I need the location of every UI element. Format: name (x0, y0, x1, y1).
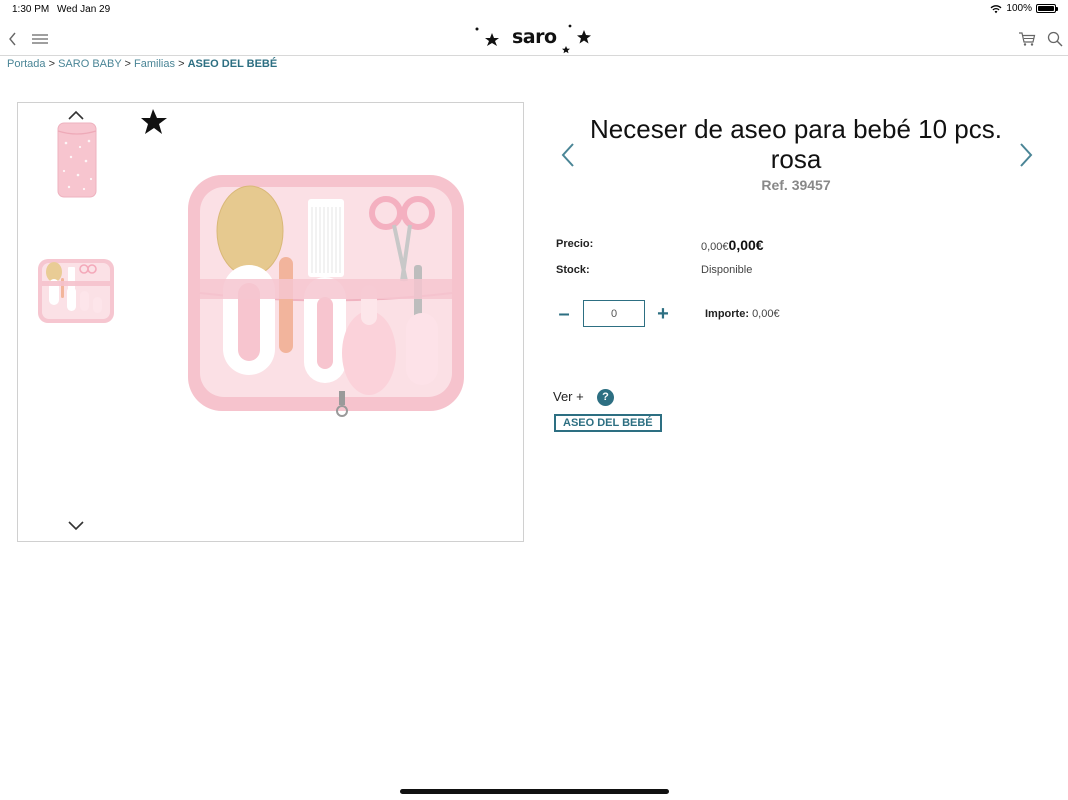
status-bar: 1:30 PM Wed Jan 29 100% (0, 0, 1068, 18)
thumbnails-down-icon[interactable] (66, 519, 86, 533)
ver-mas-link[interactable]: Ver + (553, 389, 584, 404)
quantity-decrease-button[interactable]: – (556, 304, 572, 324)
help-icon[interactable]: ? (597, 389, 614, 406)
price-new: 0,00€ (728, 237, 764, 253)
thumbnail-open-case[interactable] (36, 253, 116, 333)
breadcrumb-link-saro-baby[interactable]: SARO BABY (58, 58, 121, 70)
quantity-input[interactable] (583, 300, 645, 327)
next-product-icon[interactable] (1018, 142, 1034, 168)
app-header: saro (0, 22, 1068, 56)
importe-label: Importe: (705, 308, 749, 320)
price-value: 0,00€0,00€ (701, 237, 764, 253)
breadcrumb-separator: > (48, 58, 56, 70)
price-label: Precio: (556, 238, 594, 250)
breadcrumb-link-familias[interactable]: Familias (134, 58, 175, 70)
battery-icon (1036, 4, 1058, 13)
importe-value: 0,00€ (752, 308, 780, 320)
price-old: 0,00€ (701, 241, 729, 253)
menu-icon[interactable] (31, 30, 49, 48)
home-indicator (400, 789, 669, 794)
breadcrumb-separator: > (124, 58, 131, 70)
battery-percent: 100% (1006, 3, 1032, 14)
product-reference: Ref. 39457 (761, 177, 831, 193)
status-date: Wed Jan 29 (57, 4, 111, 15)
status-time: 1:30 PM (12, 4, 50, 15)
category-tag[interactable]: ASEO DEL BEBÉ (554, 414, 662, 432)
main-product-image (188, 175, 464, 417)
breadcrumb-separator: > (178, 58, 185, 70)
product-title: Neceser de aseo para bebé 10 pcs. rosa (590, 114, 1002, 174)
wifi-icon (990, 4, 1002, 13)
product-gallery (17, 102, 524, 542)
importe-total: Importe: 0,00€ (705, 308, 780, 320)
stock-label: Stock: (556, 264, 590, 276)
breadcrumb-link-portada[interactable]: Portada (7, 58, 46, 70)
cart-icon[interactable] (1018, 30, 1036, 48)
breadcrumb-current[interactable]: ASEO DEL BEBÉ (188, 58, 278, 70)
previous-product-icon[interactable] (560, 142, 576, 168)
stock-value: Disponible (701, 264, 753, 276)
thumbnail-closed-case[interactable] (36, 119, 116, 199)
quantity-increase-button[interactable]: + (655, 304, 671, 324)
back-icon[interactable] (5, 30, 23, 48)
search-icon[interactable] (1046, 30, 1064, 48)
favorite-star-icon[interactable] (140, 107, 170, 137)
status-indicators: 100% (990, 3, 1058, 14)
logo-text: saro (512, 26, 557, 48)
battery-level (1038, 6, 1054, 11)
breadcrumb: Portada > SARO BABY > Familias > ASEO DE… (7, 58, 277, 70)
saro-logo[interactable]: saro (470, 22, 598, 56)
